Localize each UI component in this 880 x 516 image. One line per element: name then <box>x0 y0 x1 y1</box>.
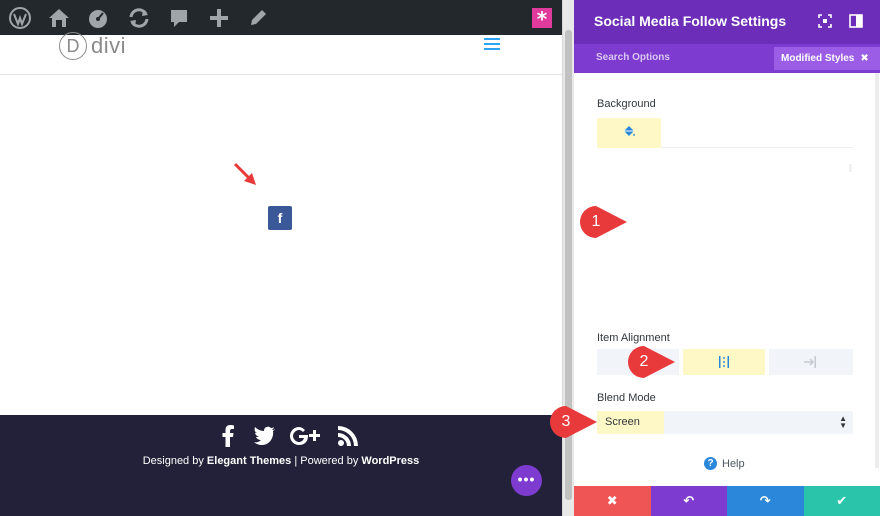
callout-2: 2 <box>627 345 679 379</box>
panel-header: Social Media Follow Settings <box>574 0 880 44</box>
help-icon: ? <box>704 457 717 470</box>
twitter-icon[interactable] <box>254 425 276 447</box>
rss-icon[interactable] <box>338 425 358 447</box>
select-caret-icon: ▲ ▼ <box>839 414 847 430</box>
dock-panel-icon[interactable] <box>849 14 863 28</box>
divi-builder-icon[interactable]: * <box>532 8 552 30</box>
modified-styles-label: Modified Styles <box>781 53 855 64</box>
align-center-button[interactable] <box>683 349 765 375</box>
wp-admin-bar: * <box>0 0 562 35</box>
item-alignment-label: Item Alignment <box>597 332 670 344</box>
panel-footer: ✖ ↶ ↷ ✔ <box>574 486 880 516</box>
footer-credits: Designed by Elegant Themes | Powered by … <box>0 455 562 467</box>
builder-settings-button[interactable]: ••• <box>511 465 542 496</box>
blend-mode-select[interactable]: Screen ▲ ▼ <box>597 411 853 434</box>
edit-icon[interactable] <box>246 6 270 30</box>
hamburger-icon[interactable] <box>484 38 500 50</box>
facebook-icon[interactable] <box>222 425 234 447</box>
panel-tabs: Search Options Modified Styles ✖ <box>574 44 880 73</box>
page-content: f <box>0 75 562 415</box>
plus-icon[interactable] <box>207 6 231 30</box>
credits-separator: | Powered by <box>291 455 362 467</box>
blend-mode-label: Blend Mode <box>597 392 656 404</box>
blend-mode-value: Screen <box>597 411 664 434</box>
background-color-tab[interactable] <box>597 118 661 148</box>
search-options-tab[interactable]: Search Options <box>596 52 670 63</box>
wordpress-icon[interactable] <box>8 6 32 30</box>
callout-3: 3 <box>549 405 601 439</box>
settings-panel: Social Media Follow Settings Search Opti… <box>574 0 880 516</box>
callout-number: 3 <box>561 413 571 430</box>
help-link[interactable]: ? Help <box>704 457 745 470</box>
paint-bucket-icon <box>624 126 635 136</box>
refresh-icon[interactable] <box>127 6 151 30</box>
background-divider <box>849 164 852 172</box>
help-label: Help <box>722 457 745 470</box>
align-center-icon <box>719 356 729 368</box>
close-icon[interactable]: ✖ <box>860 53 868 64</box>
panel-scrollbar[interactable] <box>875 73 879 468</box>
logo-text: divi <box>91 33 127 58</box>
background-tabs <box>597 118 853 148</box>
site-header: D divi <box>0 32 562 75</box>
screen: * D divi f Designed by Elegant Themes | … <box>0 0 880 516</box>
discard-button[interactable]: ✖ <box>574 486 651 516</box>
redo-button[interactable]: ↷ <box>727 486 804 516</box>
arrow-pointer-icon <box>233 162 256 185</box>
site-footer: Designed by Elegant Themes | Powered by … <box>0 415 562 516</box>
credits-theme-link[interactable]: Elegant Themes <box>207 455 291 467</box>
undo-button[interactable]: ↶ <box>650 486 727 516</box>
modified-styles-tab[interactable]: Modified Styles ✖ <box>774 47 880 70</box>
align-right-icon <box>804 356 816 368</box>
comment-icon[interactable] <box>167 6 191 30</box>
google-plus-icon[interactable] <box>290 425 322 447</box>
align-right-button[interactable] <box>769 349 853 375</box>
credits-prefix: Designed by <box>142 455 207 467</box>
callout-number: 1 <box>591 213 601 230</box>
save-button[interactable]: ✔ <box>803 486 880 516</box>
callout-1: 1 <box>579 205 631 239</box>
callout-number: 2 <box>639 353 649 370</box>
panel-body: Background Item Alignment Blend Mode Scr… <box>574 73 880 486</box>
home-icon[interactable] <box>47 6 71 30</box>
background-label: Background <box>597 98 656 110</box>
panel-title: Social Media Follow Settings <box>594 13 787 29</box>
fullscreen-icon[interactable] <box>818 14 832 28</box>
facebook-follow-icon[interactable]: f <box>268 206 292 230</box>
dashboard-icon[interactable] <box>86 6 110 30</box>
site-logo[interactable]: D divi <box>59 32 126 60</box>
footer-social-icons <box>220 425 360 449</box>
credits-platform-link[interactable]: WordPress <box>361 455 419 467</box>
logo-mark: D <box>59 32 87 60</box>
